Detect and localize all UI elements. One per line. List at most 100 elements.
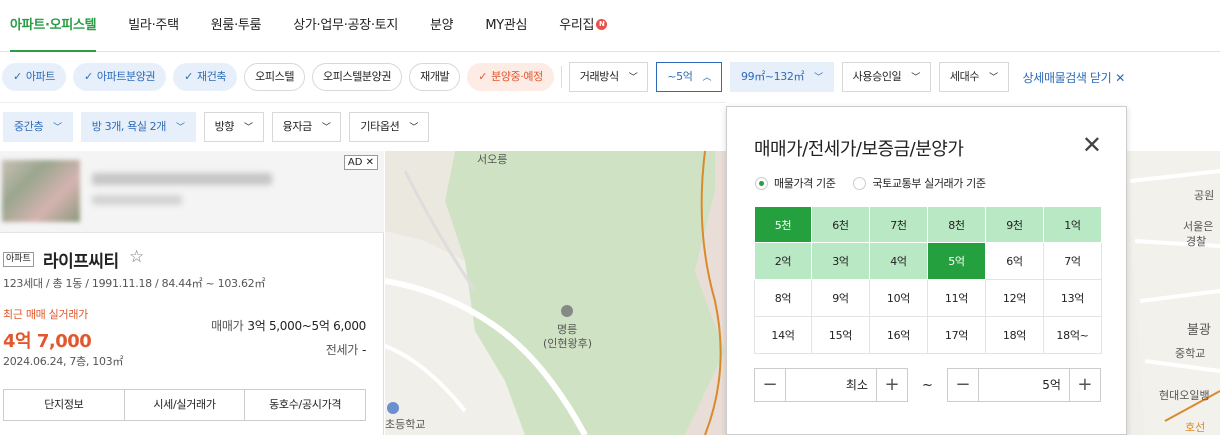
tab-commercial-land[interactable]: 상가·업무·공장·토지 bbox=[293, 0, 398, 52]
dropdown-household-count-label: 세대수 bbox=[949, 70, 980, 83]
filter-apartment-presale-right[interactable]: ✓ 아파트분양권 bbox=[73, 63, 167, 91]
property-name[interactable]: 라이프씨티 bbox=[43, 247, 119, 272]
filter-apartment-label: 아파트 bbox=[25, 70, 56, 83]
dropdown-loan-label: 융자금 bbox=[282, 119, 313, 133]
radio-molit-price[interactable]: 국토교통부 실거래가 기준 bbox=[853, 175, 986, 191]
divider bbox=[560, 66, 562, 88]
price-filter-popup: 매매가/전세가/보증금/분양가 ✕ 매물가격 기준 국토교통부 실거래가 기준 … bbox=[726, 106, 1127, 435]
ad-text-blurred bbox=[92, 173, 272, 185]
dropdown-floor[interactable]: 중간층 ﹀ bbox=[3, 111, 73, 142]
top-navigation: 아파트·오피스텔 빌라·주택 원룸·투룸 상가·업무·공장·토지 분양 MY관심… bbox=[0, 0, 1220, 52]
price-option[interactable]: 7억 bbox=[1044, 243, 1102, 280]
filter-redevelopment[interactable]: 재개발 bbox=[409, 63, 461, 91]
tab-presale[interactable]: 분양 bbox=[430, 0, 454, 52]
chevron-up-icon: ︿ bbox=[702, 73, 712, 83]
complex-info-button[interactable]: 단지정보 bbox=[4, 390, 125, 420]
close-detail-search-button[interactable]: 상세매물검색 닫기 ✕ bbox=[1023, 69, 1126, 86]
tab-oneroom-tworoom[interactable]: 원룸·투룸 bbox=[211, 0, 262, 52]
price-option[interactable]: 8천 bbox=[928, 206, 986, 243]
min-increase-button[interactable]: + bbox=[877, 369, 907, 401]
max-price-input[interactable]: 5억 bbox=[977, 369, 1070, 401]
price-option[interactable]: 16억 bbox=[870, 317, 928, 354]
price-option-grid: 5천 6천 7천 8천 9천 1억 2억 3억 4억 5억 6억 7억 8억 9억 10억 11억 12억 13억… bbox=[754, 206, 1102, 354]
price-option[interactable]: 15억 bbox=[812, 317, 870, 354]
price-option[interactable]: 2억 bbox=[754, 243, 812, 280]
filter-apartment-presale-right-label: 아파트분양권 bbox=[96, 70, 156, 83]
min-decrease-button[interactable]: − bbox=[755, 369, 785, 401]
favorite-star-icon[interactable]: ☆ bbox=[129, 247, 144, 267]
check-icon: ✓ bbox=[84, 70, 93, 83]
price-option[interactable]: 9천 bbox=[986, 206, 1044, 243]
price-option[interactable]: 5천 bbox=[754, 206, 812, 243]
price-option[interactable]: 6천 bbox=[812, 206, 870, 243]
min-price-input[interactable]: 최소 bbox=[785, 369, 877, 401]
map-label-park: 공원 bbox=[1194, 189, 1215, 202]
chevron-down-icon: ﹀ bbox=[628, 73, 638, 83]
min-price-stepper: − 최소 + bbox=[754, 368, 908, 402]
dropdown-direction[interactable]: 방향 ﹀ bbox=[203, 111, 264, 142]
range-separator: ~ bbox=[922, 377, 933, 393]
dropdown-rooms-baths[interactable]: 방 3개, 욕실 2개 ﹀ bbox=[80, 111, 196, 142]
sale-price-value: 3억 5,000~5억 6,000 bbox=[247, 319, 366, 333]
price-option[interactable]: 9억 bbox=[812, 280, 870, 317]
price-option[interactable]: 18억~ bbox=[1044, 317, 1102, 354]
price-option[interactable]: 14억 bbox=[754, 317, 812, 354]
ad-banner[interactable]: AD ✕ bbox=[0, 151, 384, 233]
tab-my-interest[interactable]: MY관심 bbox=[485, 0, 527, 52]
filter-row-property-types: ✓ 아파트 ✓ 아파트분양권 ✓ 재건축 오피스텔 오피스텔분양권 재개발 ✓ 분양중·… bbox=[0, 52, 1220, 102]
filter-apartment[interactable]: ✓ 아파트 bbox=[2, 63, 66, 91]
filter-presale-upcoming[interactable]: ✓ 분양중·예정 bbox=[467, 63, 554, 91]
max-decrease-button[interactable]: − bbox=[948, 369, 978, 401]
dropdown-other-options[interactable]: 기타옵션 ﹀ bbox=[349, 111, 429, 142]
listing-panel: AD ✕ 아파트 라이프씨티 ☆ 123세대 / 총 1동 / 1991.11.… bbox=[0, 151, 384, 435]
price-option[interactable]: 17억 bbox=[928, 317, 986, 354]
radio-listing-price-label: 매물가격 기준 bbox=[774, 177, 836, 190]
max-increase-button[interactable]: + bbox=[1070, 369, 1100, 401]
price-option[interactable]: 12억 bbox=[986, 280, 1044, 317]
price-option[interactable]: 6억 bbox=[986, 243, 1044, 280]
jeonse-price: 전세가 - bbox=[326, 341, 367, 358]
dropdown-price[interactable]: ~5억 ︿ bbox=[656, 62, 723, 92]
price-option[interactable]: 1억 bbox=[1044, 206, 1102, 243]
listing-action-buttons: 단지정보 시세/실거래가 동호수/공시가격 bbox=[3, 389, 366, 421]
dropdown-area[interactable]: 99㎡~132㎡ ﹀ bbox=[730, 62, 834, 92]
price-option[interactable]: 3억 bbox=[812, 243, 870, 280]
radio-unchecked-icon bbox=[853, 176, 867, 190]
tab-villa-house[interactable]: 빌라·주택 bbox=[128, 0, 179, 52]
check-icon: ✓ bbox=[478, 70, 488, 83]
price-option[interactable]: 7천 bbox=[870, 206, 928, 243]
ad-tag[interactable]: AD ✕ bbox=[343, 155, 378, 170]
map-label-gas-station: 현대오일뱅 bbox=[1159, 389, 1210, 402]
price-option[interactable]: 13억 bbox=[1044, 280, 1102, 317]
price-option[interactable]: 10억 bbox=[870, 280, 928, 317]
unit-price-button[interactable]: 동호수/공시가격 bbox=[245, 390, 365, 420]
market-price-button[interactable]: 시세/실거래가 bbox=[125, 390, 246, 420]
dropdown-trade-type[interactable]: 거래방식 ﹀ bbox=[568, 62, 649, 92]
map-label-subway: 호선 bbox=[1185, 421, 1206, 434]
chevron-down-icon: ﹀ bbox=[409, 122, 418, 133]
jeonse-price-value: - bbox=[361, 343, 366, 357]
dropdown-approval-date[interactable]: 사용승인일 ﹀ bbox=[841, 62, 931, 92]
filter-officetel-presale-right[interactable]: 오피스텔분양권 bbox=[312, 63, 403, 91]
radio-listing-price[interactable]: 매물가격 기준 bbox=[755, 175, 836, 191]
dropdown-other-options-label: 기타옵션 bbox=[360, 119, 400, 133]
price-basis-radio-group: 매물가격 기준 국토교통부 실거래가 기준 bbox=[755, 175, 1004, 191]
dropdown-household-count[interactable]: 세대수 ﹀ bbox=[938, 62, 1009, 92]
radio-molit-price-label: 국토교통부 실거래가 기준 bbox=[872, 177, 986, 190]
price-option[interactable]: 4억 bbox=[870, 243, 928, 280]
price-option[interactable]: 11억 bbox=[928, 280, 986, 317]
dropdown-loan[interactable]: 융자금 ﹀ bbox=[271, 111, 342, 142]
map-label-middle-school: 중학교 bbox=[1175, 347, 1206, 360]
filter-row-detail: 중간층 ﹀ 방 3개, 욕실 2개 ﹀ 방향 ﹀ 융자금 ﹀ 기타옵션 ﹀ bbox=[0, 102, 726, 150]
tab-apartment-officetel[interactable]: 아파트·오피스텔 bbox=[10, 0, 97, 52]
dropdown-rooms-baths-label: 방 3개, 욕실 2개 bbox=[91, 119, 167, 133]
price-option[interactable]: 18억 bbox=[986, 317, 1044, 354]
filter-reconstruction[interactable]: ✓ 재건축 bbox=[173, 63, 238, 91]
tab-our-home[interactable]: 우리집 N bbox=[559, 0, 608, 52]
filter-officetel[interactable]: 오피스텔 bbox=[244, 63, 306, 91]
dropdown-floor-label: 중간층 bbox=[14, 119, 44, 133]
price-option[interactable]: 8억 bbox=[754, 280, 812, 317]
price-option[interactable]: 5억 bbox=[928, 243, 986, 280]
close-icon[interactable]: ✕ bbox=[1082, 133, 1102, 157]
ad-close-icon[interactable]: ✕ bbox=[366, 157, 374, 168]
